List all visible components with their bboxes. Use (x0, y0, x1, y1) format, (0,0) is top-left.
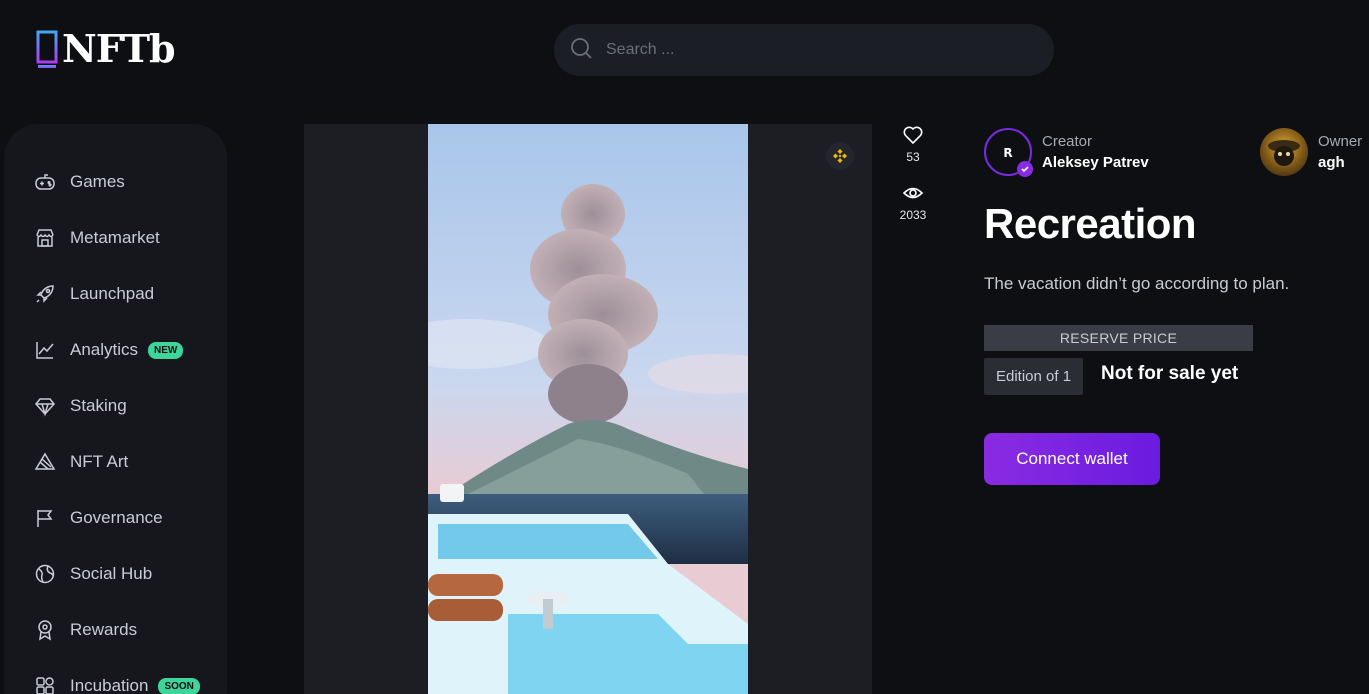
sidebar-item-label: Governance (70, 508, 163, 527)
diamond-icon (35, 398, 55, 417)
sidebar-item-staking[interactable]: Staking (4, 378, 227, 434)
sidebar-item-analytics[interactable]: Analytics NEW (4, 322, 227, 378)
logo-text: NFTb (62, 26, 176, 71)
sidebar-item-label: Social Hub (70, 564, 153, 583)
sidebar-item-games[interactable]: Games (4, 154, 227, 210)
sidebar-item-label: Metamarket (70, 228, 160, 247)
like-stat[interactable]: 53 (893, 124, 933, 164)
owner-avatar[interactable] (1260, 128, 1308, 176)
heart-icon (903, 126, 923, 145)
svg-text:R: R (1003, 146, 1012, 160)
sidebar-item-social-hub[interactable]: Social Hub (4, 546, 227, 602)
sidebar-item-label: Staking (70, 396, 127, 415)
sidebar-item-incubation[interactable]: Incubation SOON (4, 658, 227, 694)
sidebar-item-metamarket[interactable]: Metamarket (4, 210, 227, 266)
art-icon (34, 452, 56, 470)
nft-artwork-image[interactable] (428, 124, 748, 694)
sidebar-item-label: Launchpad (70, 284, 155, 303)
grid-icon (36, 677, 54, 694)
flag-icon (37, 510, 53, 527)
gamepad-icon (35, 174, 55, 190)
search-icon (570, 37, 592, 64)
sidebar-item-launchpad[interactable]: Launchpad (4, 266, 227, 322)
store-icon (36, 229, 54, 247)
logo[interactable]: NFTb (36, 26, 176, 71)
award-icon (38, 620, 52, 641)
nft-title: Recreation (984, 200, 1197, 247)
sidebar-item-label: NFT Art (70, 452, 129, 471)
connect-wallet-button[interactable]: Connect wallet (984, 433, 1160, 485)
logo-mark-icon (36, 28, 58, 70)
sidebar-item-governance[interactable]: Governance (4, 490, 227, 546)
owner-info[interactable]: Owner agh (1260, 128, 1362, 176)
view-count: 2033 (899, 208, 927, 222)
like-count: 53 (906, 150, 920, 164)
owner-name[interactable]: agh (1318, 154, 1362, 171)
view-stat: 2033 (893, 182, 933, 222)
sidebar-item-label: Games (70, 172, 125, 191)
stats-column: 53 2033 (893, 124, 933, 240)
rocket-icon (36, 285, 54, 303)
verified-icon (1017, 161, 1033, 177)
media-frame (304, 124, 872, 694)
sale-status: Not for sale yet (1101, 363, 1239, 384)
edition-badge: Edition of 1 (984, 358, 1084, 395)
creator-name[interactable]: Aleksey Patrev (1042, 154, 1149, 171)
search-bar[interactable] (554, 24, 1054, 76)
eye-icon (902, 187, 924, 199)
nft-description: The vacation didn’t go according to plan… (984, 274, 1290, 293)
sidebar-item-rewards[interactable]: Rewards (4, 602, 227, 658)
soon-badge: SOON (158, 677, 200, 694)
sidebar-item-label: Rewards (70, 620, 138, 639)
bnb-chain-icon (826, 142, 854, 170)
search-input[interactable] (606, 41, 1006, 59)
sidebar-item-nft-art[interactable]: NFT Art (4, 434, 227, 490)
globe-icon (35, 564, 55, 584)
creator-role: Creator (1042, 133, 1093, 150)
sidebar-item-label: Incubation (70, 676, 149, 694)
new-badge: NEW (148, 341, 184, 359)
sidebar-item-label: Analytics (70, 340, 139, 359)
creator-info[interactable]: R Creator Aleksey Patrev (984, 128, 1149, 177)
creator-avatar[interactable]: R (984, 128, 1033, 177)
sidebar: Games Metamarket Launchpad Analytics NEW… (4, 124, 227, 694)
chart-icon (36, 342, 54, 359)
reserve-price-label: RESERVE PRICE (984, 325, 1253, 351)
owner-role: Owner (1318, 133, 1363, 150)
